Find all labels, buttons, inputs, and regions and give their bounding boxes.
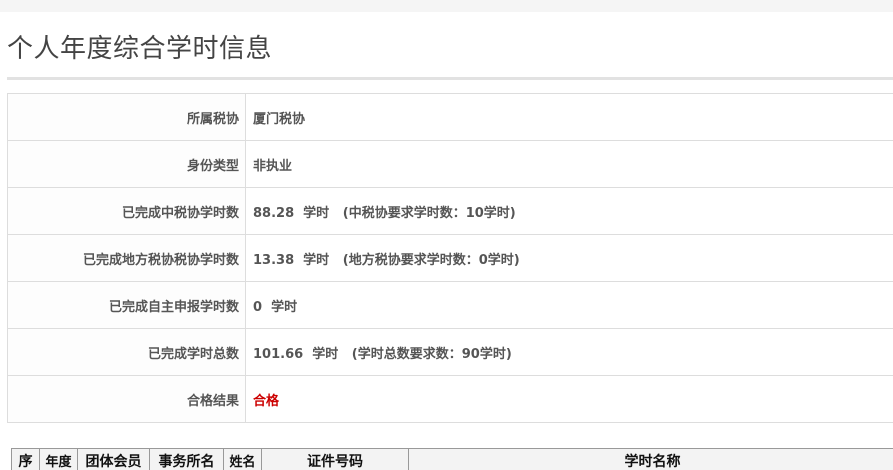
col-header-name[interactable]: 姓名 bbox=[223, 448, 262, 470]
info-row-result: 合格结果 合格 bbox=[7, 375, 893, 423]
info-row-self-declared-hours: 已完成自主申报学时数 0 学时 bbox=[7, 281, 893, 329]
info-value: 合格 bbox=[245, 375, 893, 423]
info-row-total-hours: 已完成学时总数 101.66 学时 (学时总数要求数：90学时) bbox=[7, 328, 893, 376]
table-header-row: 序 年度 团体会员 事务所名 姓名 证件号码 学时名称 bbox=[11, 448, 893, 470]
col-header-firm[interactable]: 事务所名 bbox=[149, 448, 224, 470]
info-label: 已完成中税协学时数 bbox=[7, 187, 246, 235]
pass-status: 合格 bbox=[253, 393, 280, 409]
info-row-identity-type: 身份类型 非执业 bbox=[7, 140, 893, 188]
col-header-index[interactable]: 序 bbox=[11, 448, 40, 470]
info-value: 101.66 学时 (学时总数要求数：90学时) bbox=[245, 328, 893, 376]
info-label: 已完成地方税协税协学时数 bbox=[7, 234, 246, 282]
info-label: 身份类型 bbox=[7, 140, 246, 188]
info-value: 非执业 bbox=[245, 140, 893, 188]
top-bar bbox=[0, 0, 893, 12]
info-row-national-hours: 已完成中税协学时数 88.28 学时 (中税协要求学时数：10学时) bbox=[7, 187, 893, 235]
page-title: 个人年度综合学时信息 bbox=[7, 34, 273, 64]
summary-table: 所属税协 厦门税协 身份类型 非执业 已完成中税协学时数 88.28 学时 (中… bbox=[7, 93, 893, 423]
info-label: 已完成自主申报学时数 bbox=[7, 281, 246, 329]
col-header-member[interactable]: 团体会员 bbox=[77, 448, 150, 470]
title-divider bbox=[7, 77, 893, 80]
info-row-local-hours: 已完成地方税协税协学时数 13.38 学时 (地方税协要求学时数：0学时) bbox=[7, 234, 893, 282]
col-header-id-number[interactable]: 证件号码 bbox=[261, 448, 409, 470]
info-value: 13.38 学时 (地方税协要求学时数：0学时) bbox=[245, 234, 893, 282]
info-value: 88.28 学时 (中税协要求学时数：10学时) bbox=[245, 187, 893, 235]
info-label: 已完成学时总数 bbox=[7, 328, 246, 376]
hours-detail-table: 序 年度 团体会员 事务所名 姓名 证件号码 学时名称 bbox=[11, 448, 893, 470]
col-header-course-name[interactable]: 学时名称 bbox=[408, 448, 893, 470]
info-label: 所属税协 bbox=[7, 93, 246, 141]
col-header-year[interactable]: 年度 bbox=[39, 448, 78, 470]
info-row-association: 所属税协 厦门税协 bbox=[7, 93, 893, 141]
info-label: 合格结果 bbox=[7, 375, 246, 423]
info-value: 厦门税协 bbox=[245, 93, 893, 141]
info-value: 0 学时 bbox=[245, 281, 893, 329]
